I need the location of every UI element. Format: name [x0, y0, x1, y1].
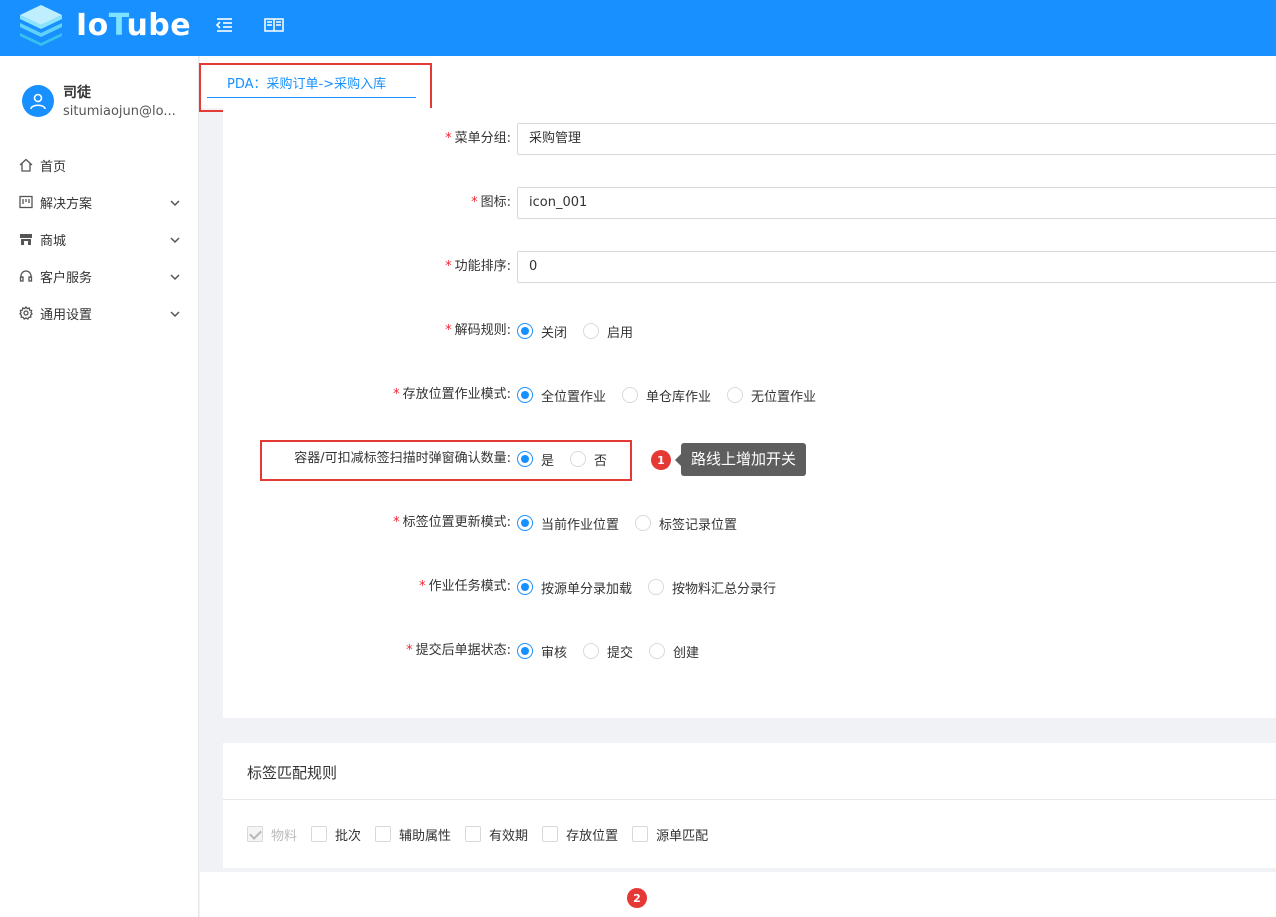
annotation-badge-1: 1: [651, 450, 671, 470]
layers-logo-icon: [18, 3, 64, 47]
radio-option[interactable]: 按源单分录加载: [517, 578, 632, 597]
footer-bar: [200, 872, 1276, 917]
chevron-down-icon: [170, 233, 180, 248]
icon-input[interactable]: icon_001: [517, 187, 1276, 219]
checkbox-batch[interactable]: 批次: [311, 825, 361, 844]
sidebar-item-label: 商城: [40, 233, 67, 249]
divider: [223, 799, 1276, 800]
chevron-down-icon: [170, 307, 180, 322]
form-row-icon: * 图标: icon_001: [223, 187, 1276, 219]
annotation-badge-2: 2: [627, 888, 647, 908]
form-label: * 解码规则:: [445, 323, 511, 338]
radio-option[interactable]: 按物料汇总分录行: [648, 578, 776, 597]
label-match-checkbox-group: 物料 批次 辅助属性 有效期 存放位置 源单匹配: [247, 825, 722, 844]
project-icon: [18, 194, 34, 210]
radio-option[interactable]: 提交: [583, 642, 633, 661]
menu-group-input[interactable]: 采购管理: [517, 123, 1276, 155]
user-profile[interactable]: 司徒 situmiaojun@lo...: [22, 82, 192, 128]
annotation-tooltip: 路线上增加开关: [674, 443, 807, 476]
highlight-box-container-confirm: [260, 440, 632, 481]
form-card: * 菜单分组: 采购管理 * 图标: icon_001 * 功能排序: 0 * 解码规则…: [223, 108, 1276, 718]
shop-icon: [18, 231, 34, 247]
label-position-radio-group: 当前作业位置 标签记录位置: [517, 507, 753, 539]
chevron-down-icon: [170, 196, 180, 211]
avatar: [22, 85, 54, 117]
headset-icon: [18, 268, 34, 284]
gear-icon: [18, 305, 34, 321]
sidebar: 司徒 situmiaojun@lo... 首页 解决方案 商城 客户服务 通用设…: [0, 56, 199, 917]
radio-option[interactable]: 标签记录位置: [635, 514, 737, 533]
form-label: * 功能排序:: [445, 259, 511, 274]
storage-mode-radio-group: 全位置作业 单仓库作业 无位置作业: [517, 379, 832, 411]
form-row-decode-rule: * 解码规则: 关闭 启用: [223, 315, 1276, 347]
sidebar-item-label: 通用设置: [40, 307, 93, 323]
checkbox-material[interactable]: 物料: [247, 825, 297, 844]
sidebar-item-label: 解决方案: [40, 196, 93, 212]
task-mode-radio-group: 按源单分录加载 按物料汇总分录行: [517, 571, 792, 603]
label-match-card: 标签匹配规则 物料 批次 辅助属性 有效期 存放位置 源单匹配: [223, 743, 1276, 868]
chevron-down-icon: [170, 270, 180, 285]
brand-name: IoTube: [76, 7, 192, 43]
logo[interactable]: IoTube: [18, 3, 191, 47]
form-row-label-position: * 标签位置更新模式: 当前作业位置 标签记录位置: [223, 507, 1276, 539]
radio-option[interactable]: 全位置作业: [517, 386, 606, 405]
sidebar-item-customer-service[interactable]: 客户服务: [0, 258, 198, 294]
form-row-menu-group: * 菜单分组: 采购管理: [223, 123, 1276, 155]
user-name: 司徒: [63, 85, 91, 101]
radio-option[interactable]: 启用: [583, 322, 633, 341]
form-row-task-mode: * 作业任务模式: 按源单分录加载 按物料汇总分录行: [223, 571, 1276, 603]
form-label: * 标签位置更新模式:: [393, 515, 511, 530]
user-email: situmiaojun@lo...: [63, 104, 176, 119]
sidebar-item-settings[interactable]: 通用设置: [0, 295, 198, 331]
form-row-submit-status: * 提交后单据状态: 审核 提交 创建: [223, 635, 1276, 667]
checkbox-expiry[interactable]: 有效期: [465, 825, 528, 844]
home-icon: [18, 157, 34, 173]
section-title: 标签匹配规则: [247, 764, 338, 782]
form-row-storage-mode: * 存放位置作业模式: 全位置作业 单仓库作业 无位置作业: [223, 379, 1276, 411]
form-row-sort: * 功能排序: 0: [223, 251, 1276, 283]
radio-option[interactable]: 创建: [649, 642, 699, 661]
form-label: * 提交后单据状态:: [406, 643, 511, 658]
menu-fold-icon[interactable]: [212, 13, 236, 37]
sidebar-item-home[interactable]: 首页: [0, 147, 198, 183]
sidebar-item-shop[interactable]: 商城: [0, 221, 198, 257]
form-label: * 菜单分组:: [445, 131, 511, 146]
radio-option[interactable]: 单仓库作业: [622, 386, 711, 405]
book-icon[interactable]: [262, 13, 286, 37]
highlight-box-tab: [199, 63, 432, 112]
radio-option[interactable]: 审核: [517, 642, 567, 661]
sidebar-item-label: 客户服务: [40, 270, 93, 286]
form-label: * 存放位置作业模式:: [393, 387, 511, 402]
checkbox-source-match[interactable]: 源单匹配: [632, 825, 708, 844]
sidebar-item-label: 首页: [40, 159, 67, 175]
radio-option[interactable]: 当前作业位置: [517, 514, 619, 533]
top-header: IoTube: [0, 0, 1276, 56]
radio-option[interactable]: 无位置作业: [727, 386, 816, 405]
form-label: * 作业任务模式:: [419, 579, 511, 594]
submit-status-radio-group: 审核 提交 创建: [517, 635, 715, 667]
sort-input[interactable]: 0: [517, 251, 1276, 283]
form-label: * 图标:: [471, 195, 511, 210]
sidebar-item-solutions[interactable]: 解决方案: [0, 184, 198, 220]
decode-rule-radio-group: 关闭 启用: [517, 315, 649, 347]
radio-option[interactable]: 关闭: [517, 322, 567, 341]
checkbox-aux-property[interactable]: 辅助属性: [375, 825, 451, 844]
checkbox-storage-location[interactable]: 存放位置: [542, 825, 618, 844]
